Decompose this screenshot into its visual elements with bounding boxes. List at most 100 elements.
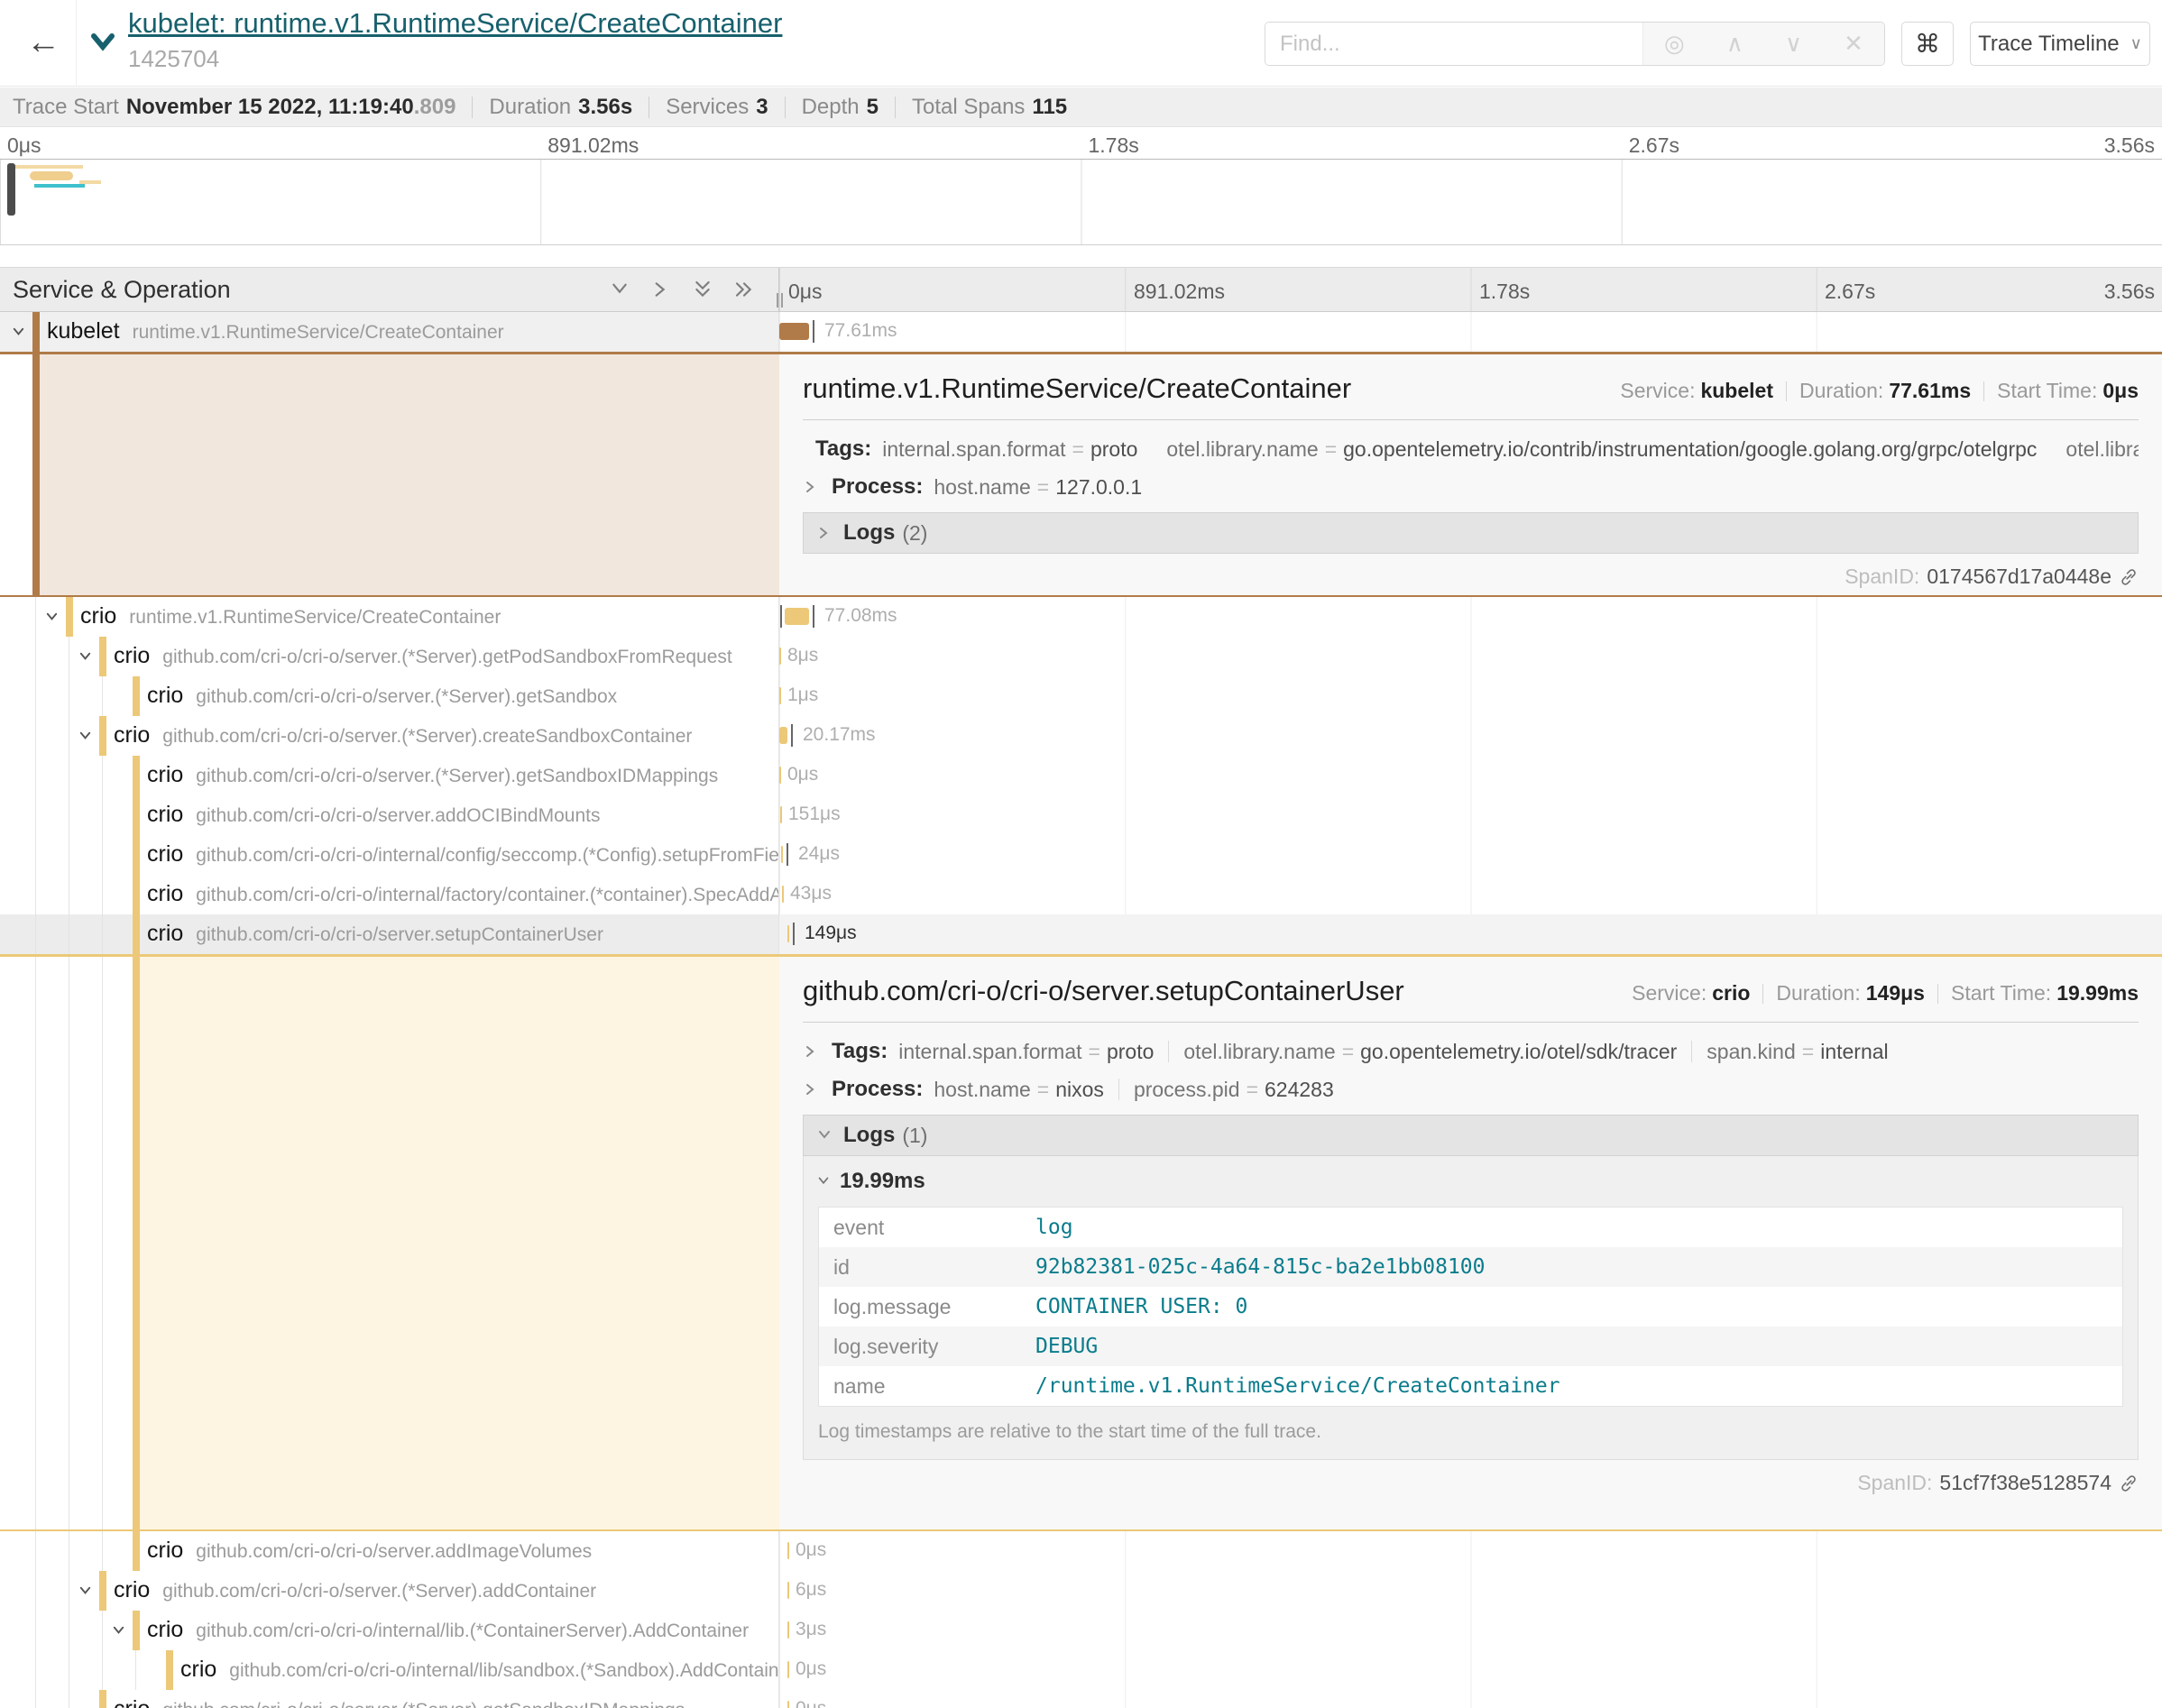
find-input[interactable] — [1265, 23, 1642, 65]
row-chevron-down-icon[interactable] — [78, 729, 93, 744]
expand-all-double-chevron-right-icon[interactable] — [733, 279, 755, 300]
logs-accordion[interactable]: Logs(1) — [803, 1115, 2139, 1156]
expand-one-chevron-right-icon[interactable] — [650, 279, 672, 300]
span-duration-bar[interactable] — [787, 1701, 789, 1708]
minimap-canvas[interactable] — [0, 159, 2162, 245]
detail-meta-item: Service:kubelet — [1620, 379, 1773, 403]
span-duration-label: 8μs — [787, 645, 818, 666]
span-row[interactable]: criogithub.com/cri-o/cri-o/server.(*Serv… — [0, 716, 2162, 756]
span-duration-bar[interactable] — [785, 608, 809, 625]
log-field-row: name/runtime.v1.RuntimeService/CreateCon… — [819, 1366, 2122, 1406]
tree-guide-line — [35, 716, 36, 756]
tag-value: go.opentelemetry.io/otel/sdk/tracer — [1360, 1040, 1677, 1063]
span-duration-bar[interactable] — [787, 1661, 789, 1678]
span-duration-bar[interactable] — [779, 647, 781, 665]
timeline-tick-label: 891.02ms — [1134, 280, 1225, 304]
row-chevron-down-icon[interactable] — [11, 325, 26, 340]
span-row[interactable]: criogithub.com/cri-o/cri-o/server.(*Serv… — [0, 676, 2162, 716]
span-row[interactable]: criogithub.com/cri-o/cri-o/server.(*Serv… — [0, 1690, 2162, 1708]
tag-item: otel.library.name=go.opentelemetry.io/co… — [1166, 437, 2037, 462]
tag-item: process.pid=624283 — [1134, 1078, 1334, 1102]
operation-name: github.com/cri-o/cri-o/internal/lib.(*Co… — [196, 1621, 749, 1641]
trace-id: 1425704 — [128, 45, 1256, 73]
trace-title-link[interactable]: kubelet: runtime.v1.RuntimeService/Creat… — [128, 7, 1256, 40]
span-row[interactable]: crioruntime.v1.RuntimeService/CreateCont… — [0, 597, 2162, 637]
collapse-all-double-chevron-down-icon[interactable] — [692, 279, 713, 300]
span-row[interactable]: criogithub.com/cri-o/cri-o/internal/fact… — [0, 875, 2162, 914]
span-duration-bar[interactable] — [787, 1621, 789, 1639]
detail-meta: Service:kubeletDuration:77.61msStart Tim… — [1620, 379, 2139, 403]
detail-meta-item: Start Time:0μs — [1997, 379, 2139, 403]
keyboard-shortcuts-button[interactable]: ⌘ — [1901, 22, 1954, 66]
span-duration-bar[interactable] — [787, 925, 789, 942]
span-duration-label: 0μs — [796, 1539, 826, 1561]
span-duration-bar[interactable] — [779, 687, 781, 704]
span-duration-bar[interactable] — [779, 727, 787, 744]
span-duration-bar[interactable] — [782, 886, 784, 903]
span-row[interactable]: criogithub.com/cri-o/cri-o/server.(*Serv… — [0, 756, 2162, 795]
span-duration-bar[interactable] — [780, 806, 782, 823]
tag-divider — [1168, 1041, 1169, 1062]
tag-equals: = — [1342, 1040, 1354, 1063]
find-target-icon[interactable]: ◎ — [1664, 30, 1685, 58]
trace-stat-label: Duration — [489, 95, 571, 119]
span-color-bar — [133, 875, 140, 914]
span-duration-label: 0μs — [796, 1698, 826, 1708]
meta-divider — [1762, 984, 1763, 1004]
link-icon[interactable] — [2119, 567, 2139, 587]
view-selector-button[interactable]: Trace Timeline ∨ — [1970, 22, 2150, 66]
trace-stat-value: November 15 2022, 11:19:40.809 — [126, 95, 456, 119]
span-row[interactable]: criogithub.com/cri-o/cri-o/server.setupC… — [0, 914, 2162, 954]
log-field-value: /runtime.v1.RuntimeService/CreateContain… — [1035, 1374, 1560, 1398]
span-row[interactable]: criogithub.com/cri-o/cri-o/internal/lib.… — [0, 1611, 2162, 1650]
process-accordion[interactable]: Process:host.name=127.0.0.1 — [803, 474, 2139, 500]
find-clear-close-icon[interactable]: ✕ — [1844, 30, 1863, 58]
span-duration-bar[interactable] — [787, 1582, 789, 1599]
minimap-tick-label: 0μs — [7, 133, 41, 158]
row-chevron-down-icon[interactable] — [78, 649, 93, 665]
collapse-trace-header-chevron-icon[interactable] — [87, 27, 119, 60]
span-row[interactable]: criogithub.com/cri-o/cri-o/internal/lib/… — [0, 1650, 2162, 1690]
logs-count: (1) — [902, 1124, 927, 1148]
span-duration-bar[interactable] — [781, 846, 783, 863]
row-chevron-down-icon[interactable] — [44, 610, 60, 625]
process-accordion[interactable]: Process:host.name=nixosprocess.pid=62428… — [803, 1077, 2139, 1102]
span-row-timeline-cell: 3μs — [779, 1611, 2162, 1650]
tree-guide-line — [102, 875, 103, 914]
logs-accordion[interactable]: Logs(2) — [803, 512, 2139, 554]
minimap-drag-handle[interactable] — [7, 163, 15, 216]
span-row[interactable]: criogithub.com/cri-o/cri-o/server.(*Serv… — [0, 1571, 2162, 1611]
span-row[interactable]: criogithub.com/cri-o/cri-o/server.addIma… — [0, 1531, 2162, 1571]
span-row[interactable]: criogithub.com/cri-o/cri-o/server.addOCI… — [0, 795, 2162, 835]
operation-name: github.com/cri-o/cri-o/internal/lib/sand… — [229, 1660, 779, 1681]
span-row-timeline-cell: 6μs — [779, 1571, 2162, 1611]
span-row-tree-cell: criogithub.com/cri-o/cri-o/server.(*Serv… — [0, 637, 779, 676]
trace-stat: Duration3.56s — [489, 95, 632, 120]
span-duration-bar[interactable] — [787, 1542, 789, 1559]
span-duration-bar[interactable] — [779, 323, 809, 340]
row-chevron-down-icon[interactable] — [78, 1584, 93, 1599]
log-entry-timestamp[interactable]: 19.99ms — [804, 1156, 2138, 1203]
log-field-row: log.severityDEBUG — [819, 1327, 2122, 1366]
tag-value: go.opentelemetry.io/contrib/instrumentat… — [1343, 437, 2037, 461]
detail-panel-body: github.com/cri-o/cri-o/server.setupConta… — [779, 957, 2162, 1529]
tags-accordion[interactable]: Tags:internal.span.format=protootel.libr… — [803, 436, 2139, 462]
span-row[interactable]: criogithub.com/cri-o/cri-o/server.(*Serv… — [0, 637, 2162, 676]
span-duration-bar[interactable] — [779, 767, 781, 784]
service-name: criogithub.com/cri-o/cri-o/server.(*Serv… — [147, 762, 718, 788]
span-row[interactable]: criogithub.com/cri-o/cri-o/internal/conf… — [0, 835, 2162, 875]
span-row[interactable]: kubeletruntime.v1.RuntimeService/CreateC… — [0, 312, 2162, 352]
find-prev-chevron-up-icon[interactable]: ∧ — [1726, 30, 1743, 58]
span-color-bar — [99, 716, 106, 756]
row-chevron-down-icon[interactable] — [111, 1623, 126, 1639]
tree-guide-line — [102, 957, 103, 1529]
back-button[interactable]: ← — [20, 14, 67, 70]
link-icon[interactable] — [2119, 1474, 2139, 1493]
operation-name: github.com/cri-o/cri-o/internal/config/s… — [196, 845, 779, 866]
span-duration-label: 0μs — [796, 1658, 826, 1680]
tree-guide-line — [135, 1650, 136, 1690]
logs-label: Logs — [843, 520, 895, 546]
collapse-one-chevron-down-icon[interactable] — [609, 279, 630, 300]
tags-accordion[interactable]: Tags:internal.span.format=protootel.libr… — [803, 1039, 2139, 1064]
find-next-chevron-down-icon[interactable]: ∨ — [1785, 30, 1802, 58]
